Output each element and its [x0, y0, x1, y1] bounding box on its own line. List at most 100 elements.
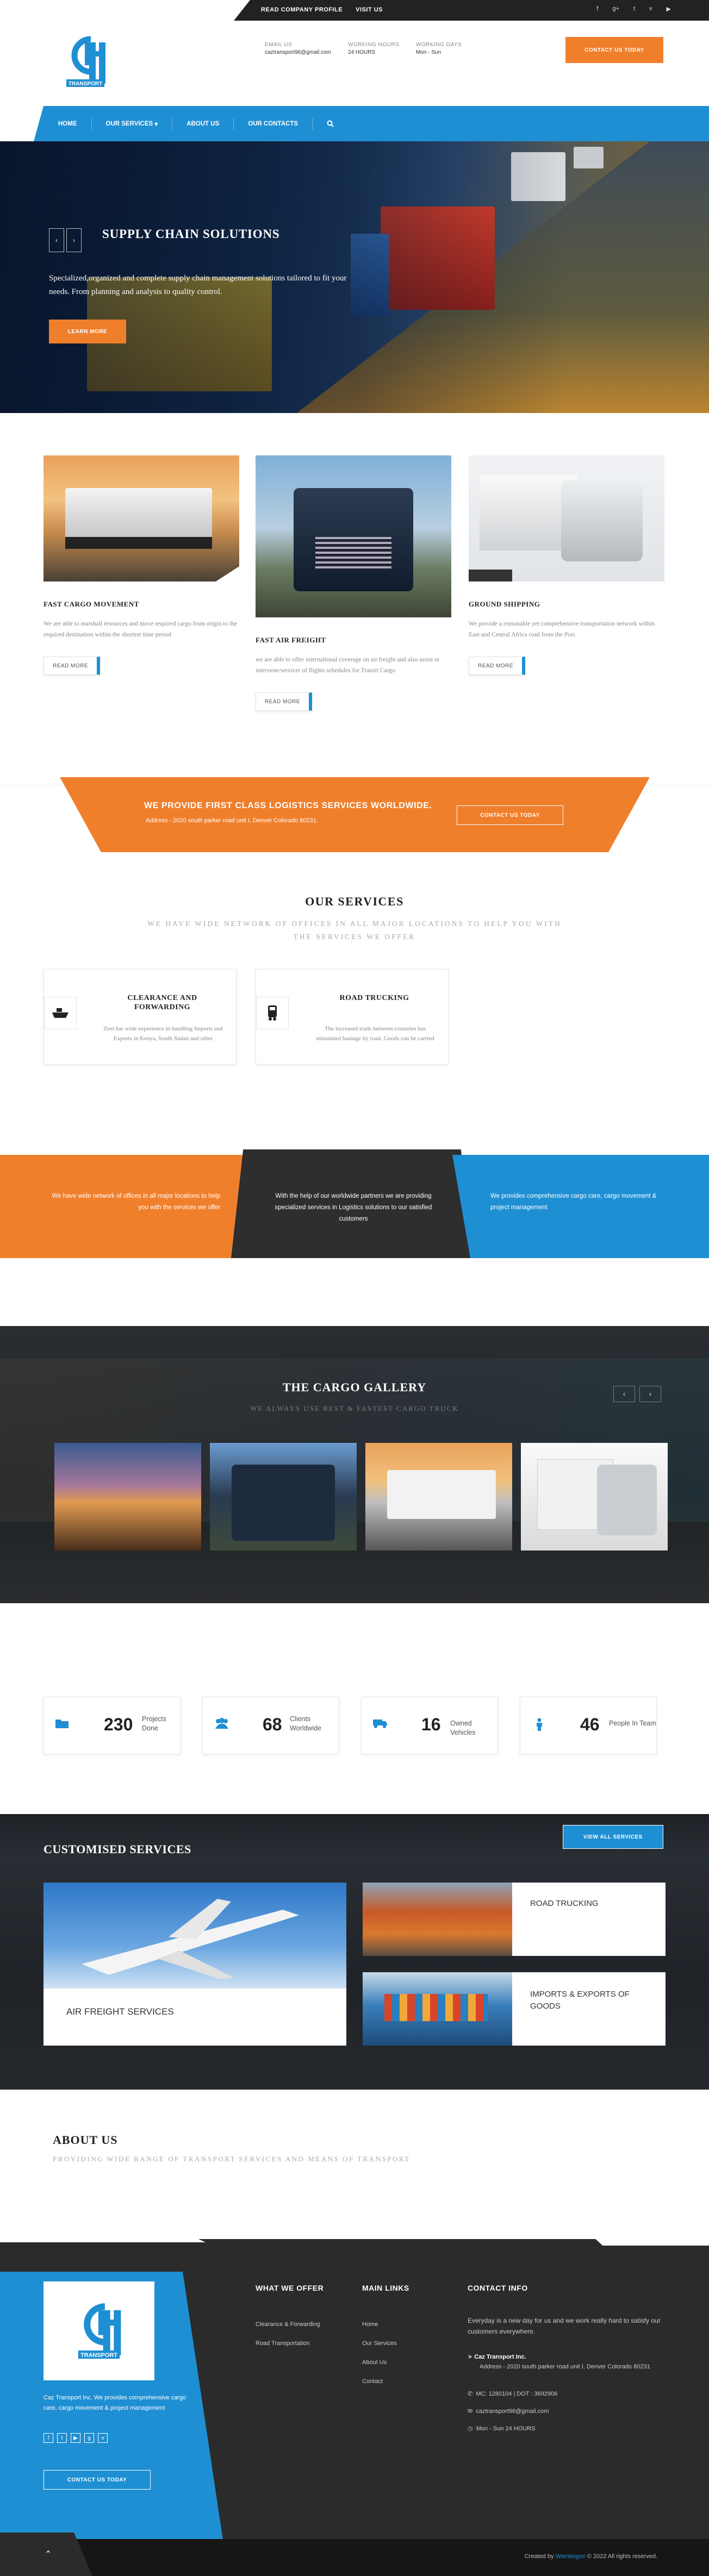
cargo-gallery: THE CARGO GALLERY WE ALWAYS USE BEST & F…: [0, 1326, 709, 1603]
service-box[interactable]: ROAD TRUCKING The increased trade betwee…: [256, 969, 449, 1065]
cargo-ship-image: [363, 1972, 512, 2046]
footer-link-services[interactable]: Our Services: [362, 2334, 397, 2353]
site-header: TRANSPORT EMAIL US caztransport96@gmail.…: [0, 21, 709, 105]
counter-value: 16: [421, 1715, 441, 1734]
card-title: FAST CARGO MOVEMENT: [43, 600, 139, 608]
footer-contact-button[interactable]: CONTACT US TODAY: [43, 2470, 151, 2490]
gallery-image[interactable]: [54, 1443, 201, 1550]
youtube-icon[interactable]: ▶: [71, 2433, 80, 2443]
clock-icon: ◷: [468, 2425, 473, 2432]
footer-link-about[interactable]: About Us: [362, 2353, 397, 2372]
copyright-bar: ⌃ Created by Wambogov © 2022 All rights …: [0, 2533, 709, 2576]
gallery-next-button[interactable]: ›: [639, 1386, 661, 1402]
counter-box: 16 Owned Vehicles: [361, 1697, 498, 1754]
card-image: [43, 455, 239, 582]
hero-prev-button[interactable]: ‹: [49, 228, 64, 252]
read-more-button[interactable]: READ MORE: [469, 656, 525, 675]
visit-us-link[interactable]: VISIT US: [356, 7, 383, 13]
services-subtitle: WE HAVE WIDE NETWORK OF OFFICES IN ALL M…: [147, 920, 562, 941]
counter-box: 68 Clients Worldwide: [202, 1697, 339, 1754]
vimeo-icon[interactable]: v: [98, 2433, 108, 2443]
search-icon[interactable]: [313, 118, 348, 130]
view-all-services-button[interactable]: VIEW ALL SERVICES: [563, 1825, 663, 1849]
company-logo[interactable]: TRANSPORT: [61, 32, 110, 91]
hero-text: Specialized,organized and complete suppl…: [49, 274, 347, 296]
hours-info: WORKING HOURS 24 HOURS: [348, 42, 400, 55]
counter-value: 230: [104, 1715, 133, 1734]
info-strip-dark: With the help of our worldwide partners …: [231, 1149, 473, 1258]
gallery-image[interactable]: [521, 1443, 668, 1550]
footer-social-links: f t ▶ g v: [43, 2433, 108, 2443]
chevron-down-icon: ▾: [154, 121, 158, 128]
read-more-button[interactable]: READ MORE: [43, 656, 100, 675]
nav-our-contacts[interactable]: OUR CONTACTS: [234, 117, 313, 130]
info-strip-orange: We have wide network of offices in all m…: [0, 1155, 256, 1258]
mail-icon: ✉: [468, 2408, 473, 2415]
tile-label: ROAD TRUCKING: [530, 1899, 599, 1908]
gallery-image[interactable]: [210, 1443, 357, 1550]
service-box[interactable]: CLEARANCE AND FORWARDING Zeel has wide e…: [43, 969, 237, 1065]
youtube-icon[interactable]: ▶: [667, 5, 671, 12]
banner-contact-button[interactable]: CONTACT US TODAY: [457, 805, 563, 825]
gallery-prev-button[interactable]: ‹: [613, 1386, 635, 1402]
hero-slider: ‹ › SUPPLY CHAIN SOLUTIONS Specialized,o…: [0, 141, 709, 413]
header-contact-button[interactable]: CONTACT US TODAY: [565, 37, 663, 63]
imports-exports-tile[interactable]: IMPORTS & EXPORTS OF GOODS: [363, 1972, 666, 2046]
vimeo-icon[interactable]: v: [649, 5, 652, 12]
company-profile-link[interactable]: READ COMPANY PROFILE: [261, 7, 343, 13]
service-box-text: Zeel has wide experience in handling Imp…: [103, 1026, 223, 1042]
road-trucking-tile[interactable]: ROAD TRUCKING: [363, 1883, 666, 1956]
footer-contact-intro: Everyday is a new day for us and we work…: [468, 2317, 661, 2335]
twitter-icon[interactable]: t: [57, 2433, 67, 2443]
google-plus-icon[interactable]: g: [84, 2433, 94, 2443]
folder-icon: [55, 1718, 69, 1732]
footer-offer-list: Clearance & Forwarding Road Transportati…: [256, 2315, 320, 2353]
card-text: we are able to offer international cover…: [256, 656, 440, 674]
counter-value: 68: [263, 1715, 282, 1734]
footer-offer-title: WHAT WE OFFER: [256, 2284, 324, 2292]
gallery-image[interactable]: [365, 1443, 512, 1550]
counter-box: 46 People In Team: [520, 1697, 657, 1754]
hero-next-button[interactable]: ›: [66, 228, 82, 252]
counter-box: 230 Projects Done: [43, 1697, 181, 1754]
facebook-icon[interactable]: f: [43, 2433, 53, 2443]
days-info: WORKING DAYS Mon - Sun: [416, 42, 462, 55]
nav-about-us[interactable]: ABOUT US: [172, 117, 234, 130]
footer-link-contact[interactable]: Contact: [362, 2372, 397, 2391]
service-box-title: CLEARANCE AND FORWARDING: [127, 994, 197, 1011]
learn-more-button[interactable]: LEARN MORE: [49, 320, 126, 343]
about-title: ABOUT US: [53, 2133, 118, 2147]
card-text: We are able to marshall resources and mo…: [43, 621, 238, 638]
footer-address: Address - 2020 south parker road unit I,…: [480, 2364, 650, 2370]
air-freight-image: [43, 1883, 346, 1989]
card-image: [256, 455, 451, 617]
back-to-top-icon[interactable]: ⌃: [45, 2549, 52, 2560]
read-more-button[interactable]: READ MORE: [256, 692, 312, 711]
counter-label: Owned Vehicles: [450, 1720, 476, 1736]
copyright-text: Created by Wambogov © 2022 All rights re…: [524, 2553, 657, 2560]
footer-link-home[interactable]: Home: [362, 2315, 397, 2334]
worldwide-banner: WE PROVIDE FIRST CLASS LOGISTICS SERVICE…: [60, 777, 650, 852]
nav-home[interactable]: HOME: [58, 117, 92, 130]
gallery-title: THE CARGO GALLERY: [282, 1380, 427, 1394]
air-freight-tile[interactable]: AIR FREIGHT SERVICES: [43, 1883, 346, 2046]
google-plus-icon[interactable]: g+: [612, 5, 619, 12]
twitter-icon[interactable]: t: [633, 5, 635, 12]
service-box-text: The increased trade between countries ha…: [316, 1026, 434, 1042]
nav-our-services[interactable]: OUR SERVICES ▾: [92, 117, 173, 130]
phone-icon: ✆: [468, 2391, 473, 2397]
card-title: FAST AIR FREIGHT: [256, 636, 326, 644]
banner-title: WE PROVIDE FIRST CLASS LOGISTICS SERVICE…: [144, 801, 432, 810]
footer-contact-title: CONTACT INFO: [468, 2284, 528, 2292]
author-link[interactable]: Wambogov: [556, 2553, 586, 2560]
svg-text:TRANSPORT: TRANSPORT: [80, 2352, 117, 2359]
facebook-icon[interactable]: f: [596, 5, 598, 12]
main-nav: HOME OUR SERVICES ▾ ABOUT US OUR CONTACT…: [34, 106, 709, 141]
customised-title: CUSTOMISED SERVICES: [43, 1842, 191, 1856]
service-box-title: ROAD TRUCKING: [339, 994, 409, 1002]
footer-offer-link[interactable]: Road Transportation: [256, 2334, 320, 2353]
footer-logo[interactable]: TRANSPORT: [43, 2281, 154, 2380]
footer-main-links: Home Our Services About Us Contact: [362, 2315, 397, 2391]
footer-offer-link[interactable]: Clearance & Forwarding: [256, 2315, 320, 2334]
hero-title: SUPPLY CHAIN SOLUTIONS: [102, 227, 280, 241]
